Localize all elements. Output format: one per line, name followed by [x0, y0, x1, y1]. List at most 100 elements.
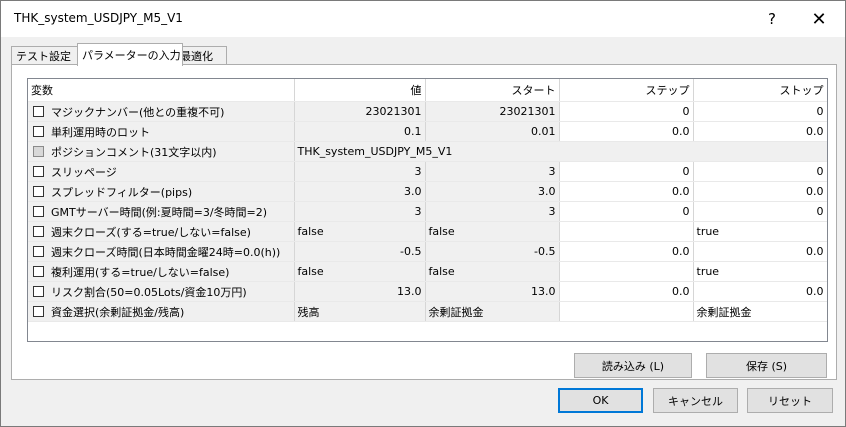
- optimize-checkbox[interactable]: [33, 165, 44, 177]
- optimize-checkbox[interactable]: [33, 105, 44, 117]
- stop-cell[interactable]: 0.0: [693, 181, 827, 202]
- value-cell[interactable]: 残高: [294, 301, 426, 322]
- param-name-cell: ポジションコメント(31文字以内): [28, 141, 295, 162]
- step-cell[interactable]: 0: [559, 201, 694, 222]
- tab-parameter-input[interactable]: パラメーターの入力: [77, 43, 183, 66]
- step-cell[interactable]: 0.0: [559, 281, 694, 302]
- value-cell[interactable]: 13.0: [294, 281, 426, 302]
- window-title: THK_system_USDJPY_M5_V1: [14, 11, 183, 25]
- step-cell[interactable]: 0.0: [559, 181, 694, 202]
- start-cell[interactable]: false: [425, 261, 560, 282]
- param-name: マジックナンバー(他との重複不可): [51, 105, 225, 119]
- step-cell[interactable]: 0: [559, 101, 694, 122]
- table-row[interactable]: スプレッドフィルター(pips) 3.0 3.0 0.0 0.0: [28, 181, 827, 202]
- step-cell[interactable]: [559, 221, 694, 242]
- cancel-button[interactable]: キャンセル: [653, 388, 738, 413]
- optimize-checkbox[interactable]: [33, 265, 44, 277]
- optimize-checkbox[interactable]: [33, 305, 44, 317]
- param-name: スプレッドフィルター(pips): [51, 185, 193, 199]
- stop-cell[interactable]: 0.0: [693, 121, 827, 142]
- table-row[interactable]: リスク割合(50=0.05Lots/資金10万円) 13.0 13.0 0.0 0.0: [28, 281, 827, 302]
- step-cell[interactable]: 0: [559, 161, 694, 182]
- value-cell[interactable]: 0.1: [294, 121, 426, 142]
- stop-cell[interactable]: 0.0: [693, 281, 827, 302]
- stop-cell[interactable]: true: [693, 261, 827, 282]
- save-button[interactable]: 保存 (S): [706, 353, 827, 378]
- param-name: スリッページ: [51, 165, 117, 179]
- optimize-checkbox[interactable]: [33, 185, 44, 197]
- header-start[interactable]: スタート: [425, 79, 560, 102]
- table-row[interactable]: GMTサーバー時間(例:夏時間=3/冬時間=2) 3 3 0 0: [28, 201, 827, 222]
- value-cell[interactable]: -0.5: [294, 241, 426, 262]
- start-cell[interactable]: 余剰証拠金: [425, 301, 560, 322]
- step-cell[interactable]: 0.0: [559, 121, 694, 142]
- load-button[interactable]: 読み込み (L): [574, 353, 692, 378]
- table-row[interactable]: 単利運用時のロット 0.1 0.01 0.0 0.0: [28, 121, 827, 142]
- table-row[interactable]: 資金選択(余剰証拠金/残高) 残高 余剰証拠金 余剰証拠金: [28, 301, 827, 322]
- optimize-checkbox[interactable]: [33, 285, 44, 297]
- param-name-cell: 資金選択(余剰証拠金/残高): [28, 301, 295, 322]
- param-name-cell: スリッページ: [28, 161, 295, 182]
- param-name-cell: 週末クローズ(する=true/しない=false): [28, 221, 295, 242]
- dialog-window: THK_system_USDJPY_M5_V1 ? ✕ テスト設定 パラメーター…: [0, 0, 846, 427]
- table-row[interactable]: スリッページ 3 3 0 0: [28, 161, 827, 182]
- start-cell[interactable]: 13.0: [425, 281, 560, 302]
- stop-cell[interactable]: 余剰証拠金: [693, 301, 827, 322]
- help-button[interactable]: ?: [757, 7, 787, 31]
- param-name: GMTサーバー時間(例:夏時間=3/冬時間=2): [51, 205, 268, 219]
- table-row[interactable]: 週末クローズ(する=true/しない=false) false false true: [28, 221, 827, 242]
- header-step[interactable]: ステップ: [559, 79, 694, 102]
- optimize-checkbox[interactable]: [33, 125, 44, 137]
- header-value[interactable]: 値: [294, 79, 426, 102]
- step-cell[interactable]: [559, 301, 694, 322]
- start-cell[interactable]: 23021301: [425, 101, 560, 122]
- stop-cell[interactable]: 0: [693, 161, 827, 182]
- value-cell[interactable]: 23021301: [294, 101, 426, 122]
- stop-cell[interactable]: 0.0: [693, 241, 827, 262]
- param-name: 複利運用(する=true/しない=false): [51, 265, 230, 279]
- param-name: リスク割合(50=0.05Lots/資金10万円): [51, 285, 247, 299]
- parameter-grid: 変数 値 スタート ステップ ストップ マジックナンバー(他との重複不可) 230…: [27, 78, 828, 342]
- stop-cell[interactable]: 0: [693, 201, 827, 222]
- start-cell[interactable]: 3.0: [425, 181, 560, 202]
- value-cell[interactable]: THK_system_USDJPY_M5_V1: [294, 141, 827, 162]
- param-name-cell: マジックナンバー(他との重複不可): [28, 101, 295, 122]
- table-row[interactable]: マジックナンバー(他との重複不可) 23021301 23021301 0 0: [28, 101, 827, 122]
- start-cell[interactable]: 3: [425, 161, 560, 182]
- param-name: ポジションコメント(31文字以内): [51, 145, 217, 159]
- param-name-cell: 週末クローズ時間(日本時間金曜24時=0.0(h)): [28, 241, 295, 262]
- grid-header-row: 変数 値 スタート ステップ ストップ: [28, 79, 827, 102]
- optimize-checkbox[interactable]: [33, 245, 44, 257]
- title-bar: THK_system_USDJPY_M5_V1 ? ✕: [1, 1, 845, 37]
- param-name-cell: リスク割合(50=0.05Lots/資金10万円): [28, 281, 295, 302]
- start-cell[interactable]: 3: [425, 201, 560, 222]
- step-cell[interactable]: 0.0: [559, 241, 694, 262]
- stop-cell[interactable]: 0: [693, 101, 827, 122]
- value-cell[interactable]: 3.0: [294, 181, 426, 202]
- value-cell[interactable]: 3: [294, 161, 426, 182]
- tab-test-settings[interactable]: テスト設定: [11, 46, 78, 65]
- optimize-checkbox[interactable]: [33, 205, 44, 217]
- tab-panel: 変数 値 スタート ステップ ストップ マジックナンバー(他との重複不可) 230…: [11, 64, 837, 380]
- param-name: 単利運用時のロット: [51, 125, 150, 139]
- value-cell[interactable]: false: [294, 261, 426, 282]
- reset-button[interactable]: リセット: [747, 388, 833, 413]
- ok-button[interactable]: OK: [558, 388, 643, 413]
- value-cell[interactable]: false: [294, 221, 426, 242]
- param-name: 資金選択(余剰証拠金/残高): [51, 305, 185, 319]
- table-row[interactable]: ポジションコメント(31文字以内) THK_system_USDJPY_M5_V1: [28, 141, 827, 162]
- step-cell[interactable]: [559, 261, 694, 282]
- start-cell[interactable]: false: [425, 221, 560, 242]
- start-cell[interactable]: 0.01: [425, 121, 560, 142]
- param-name-cell: GMTサーバー時間(例:夏時間=3/冬時間=2): [28, 201, 295, 222]
- close-icon[interactable]: ✕: [804, 7, 834, 31]
- header-stop[interactable]: ストップ: [693, 79, 827, 102]
- optimize-checkbox[interactable]: [33, 225, 44, 237]
- stop-cell[interactable]: true: [693, 221, 827, 242]
- table-row[interactable]: 週末クローズ時間(日本時間金曜24時=0.0(h)) -0.5 -0.5 0.0 0.0: [28, 241, 827, 262]
- param-name-cell: 複利運用(する=true/しない=false): [28, 261, 295, 282]
- start-cell[interactable]: -0.5: [425, 241, 560, 262]
- header-variable[interactable]: 変数: [28, 79, 295, 102]
- value-cell[interactable]: 3: [294, 201, 426, 222]
- table-row[interactable]: 複利運用(する=true/しない=false) false false true: [28, 261, 827, 282]
